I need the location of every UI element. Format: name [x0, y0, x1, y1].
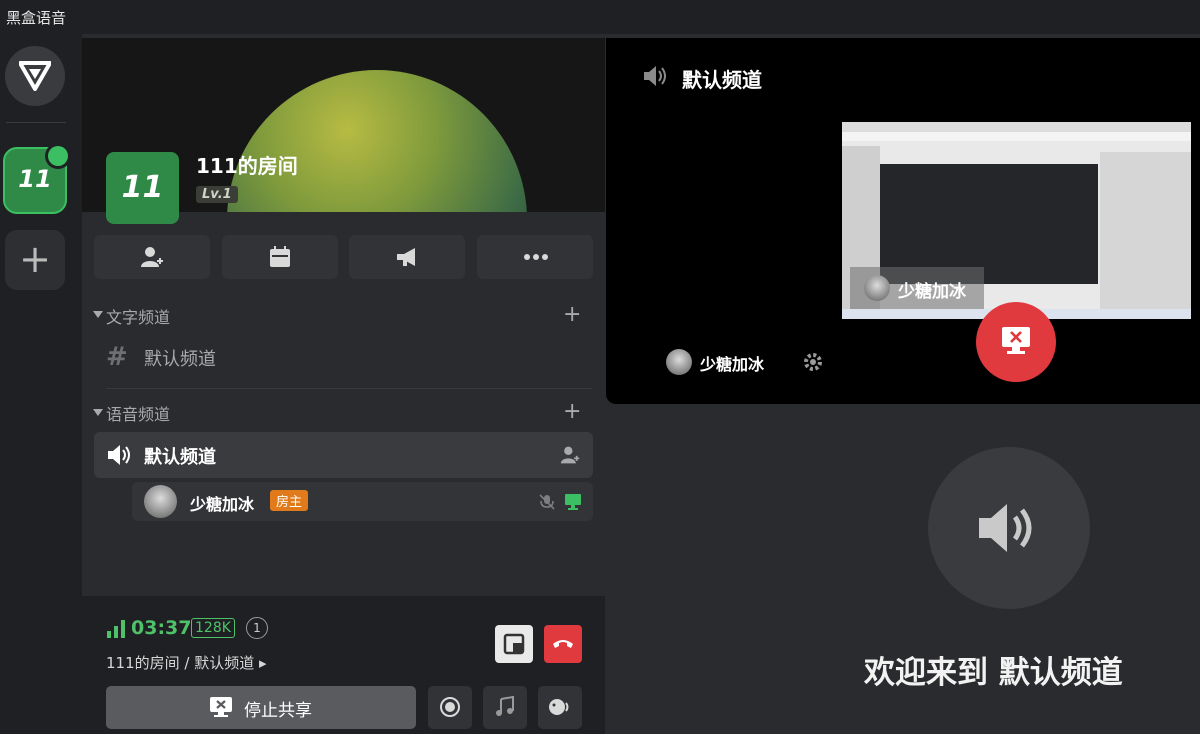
server-number: 11 [18, 165, 52, 193]
screen-share-icon [48, 146, 68, 166]
avatar [666, 349, 692, 375]
member-row[interactable]: 少糖加冰 房主 [132, 482, 593, 521]
stop-share-icon [1002, 327, 1030, 354]
speaker-icon [644, 66, 666, 86]
add-voice-channel-button[interactable]: + [563, 399, 581, 424]
gear-icon[interactable] [802, 351, 824, 373]
speaker-icon [108, 445, 130, 465]
add-server-button[interactable]: + [5, 230, 65, 290]
app-logo[interactable] [5, 46, 65, 106]
screen-share-indicator [45, 143, 71, 169]
browser-tabs [842, 122, 1191, 132]
signal-icon [107, 620, 125, 638]
welcome-text: 欢迎来到 默认频道 [864, 655, 1123, 691]
text-channels-header[interactable]: 文字频道 [106, 304, 170, 328]
screen-share-icon [565, 494, 581, 510]
more-icon [524, 254, 548, 260]
participant-count: 1 [246, 617, 268, 639]
avatar [864, 275, 890, 301]
avatar [144, 485, 177, 518]
invite-user-button[interactable] [94, 235, 210, 279]
muted-headset-icon [539, 494, 555, 510]
announcement-button[interactable] [349, 235, 465, 279]
megaphone-icon [397, 248, 415, 266]
speaker-icon [979, 504, 1032, 552]
record-button[interactable] [428, 686, 472, 729]
stop-watching-button[interactable] [976, 302, 1056, 382]
title-bar: 黑盒语音 [0, 0, 1200, 34]
voice-channel-default[interactable]: 默认频道 [94, 432, 593, 478]
popout-icon [503, 633, 525, 655]
sound-effects-button[interactable] [538, 686, 582, 729]
calendar-icon [270, 246, 290, 267]
server-11[interactable]: 11 [3, 143, 71, 214]
sharer-overlay: 少糖加冰 [850, 267, 984, 309]
rail-divider [6, 122, 66, 123]
owner-badge: 房主 [270, 490, 309, 511]
room-avatar: 11 [106, 152, 179, 224]
stop-share-button[interactable]: 停止共享 [106, 686, 416, 729]
more-button[interactable] [477, 235, 593, 279]
hang-up-button[interactable] [544, 625, 582, 663]
hash-icon: # [106, 342, 128, 372]
section-divider [106, 388, 592, 389]
text-channel-default[interactable]: 默认频道 [144, 345, 216, 371]
add-user-icon [141, 247, 163, 267]
collapse-text-icon[interactable] [93, 311, 103, 318]
server-rail: 11 + [0, 34, 82, 734]
music-button[interactable] [483, 686, 527, 729]
voice-channel-name: 默认频道 [144, 447, 216, 468]
sharer-name: 少糖加冰 [700, 355, 765, 374]
room-level-badge: Lv.1 [196, 186, 238, 203]
app-title: 黑盒语音 [6, 9, 67, 27]
bitrate-badge: 128K [191, 618, 235, 638]
invite-icon[interactable] [560, 445, 580, 465]
add-text-channel-button[interactable]: + [563, 302, 581, 327]
current-location[interactable]: 111的房间 / 默认频道 ▸ [106, 652, 267, 673]
logo-icon [19, 61, 51, 91]
sharer-overlay-name: 少糖加冰 [898, 282, 966, 302]
record-icon [440, 697, 460, 717]
nested-app-window [880, 164, 1098, 284]
room-title: 111的房间 [196, 154, 298, 178]
stop-share-icon [210, 697, 232, 717]
voice-channels-header[interactable]: 语音频道 [106, 401, 170, 425]
preview-content [1100, 152, 1191, 309]
collapse-voice-icon[interactable] [93, 409, 103, 416]
call-timer: 03:37 [131, 617, 192, 639]
voice-placeholder [928, 447, 1090, 609]
banner-image [227, 70, 527, 212]
sound-effects-icon [549, 699, 569, 715]
popout-button[interactable] [495, 625, 533, 663]
music-icon [496, 696, 514, 716]
stop-share-label: 停止共享 [244, 701, 312, 721]
video-channel-title: 默认频道 [682, 68, 762, 92]
browser-address-bar [842, 132, 1191, 141]
member-name: 少糖加冰 [190, 495, 255, 514]
hang-up-icon [553, 640, 573, 648]
room-avatar-text: 11 [121, 170, 164, 205]
calendar-button[interactable] [222, 235, 338, 279]
